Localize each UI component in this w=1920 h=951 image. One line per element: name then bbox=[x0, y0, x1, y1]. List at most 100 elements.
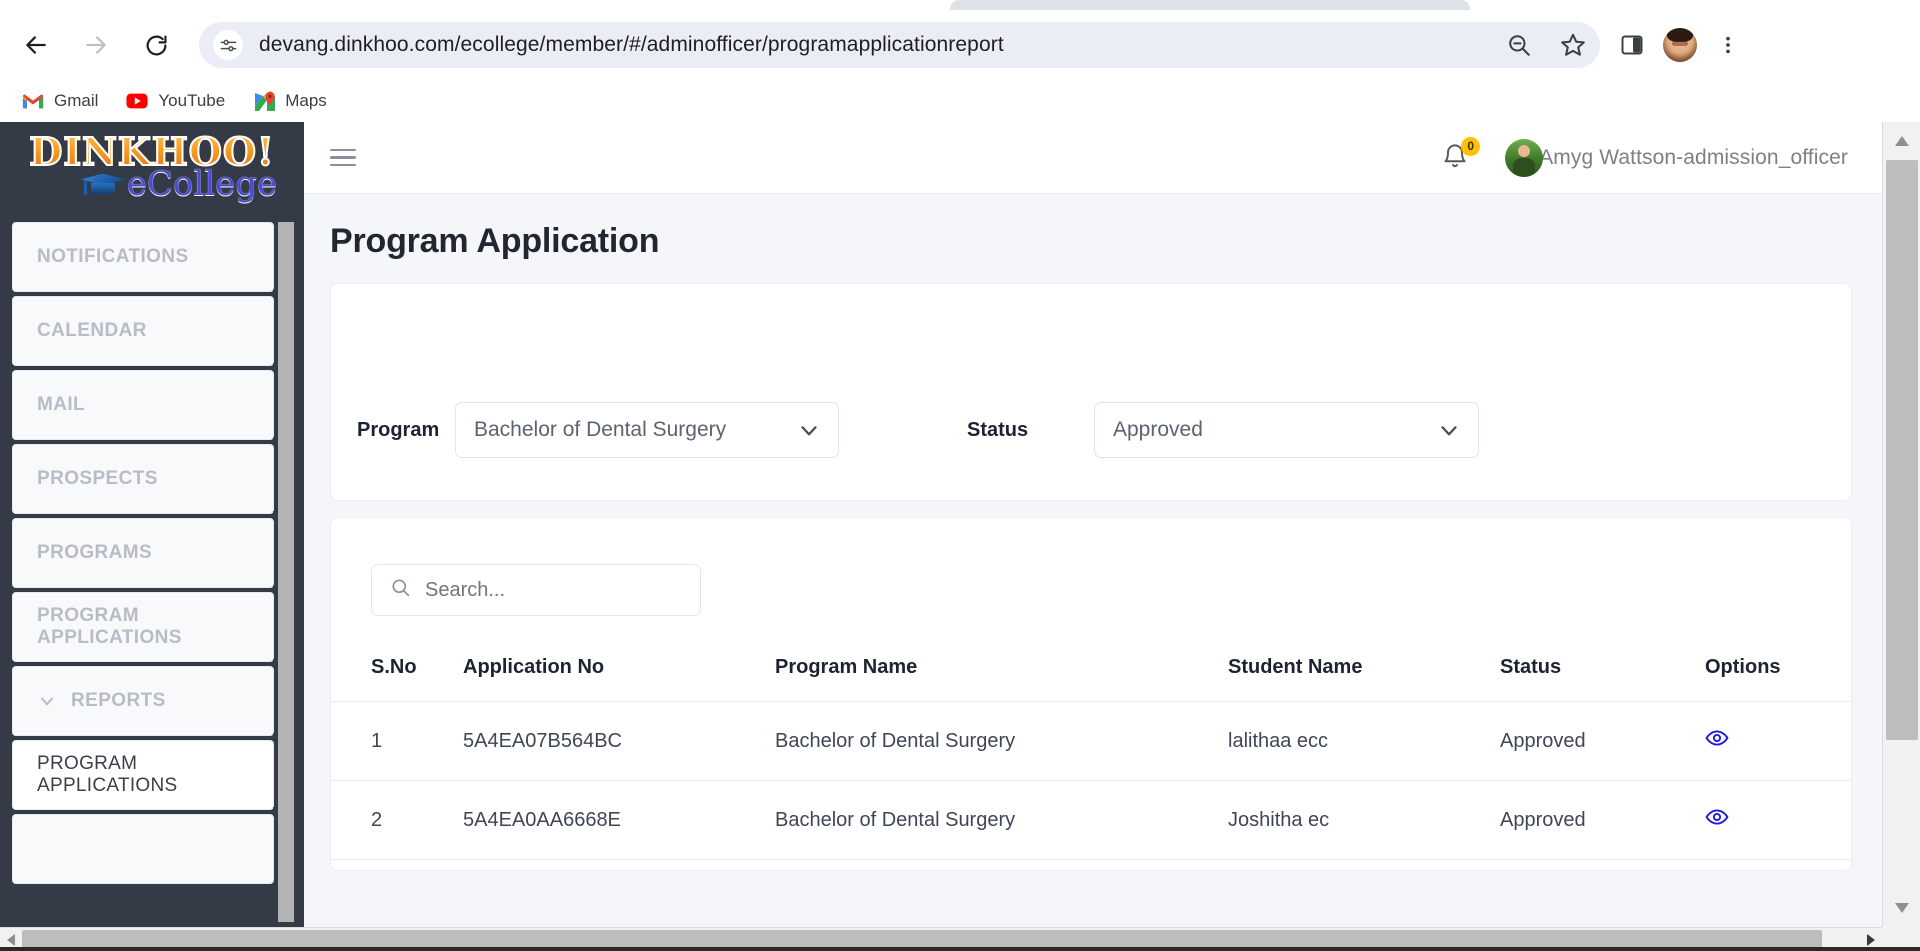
chrome-right-actions bbox=[1608, 22, 1752, 68]
brand-logo[interactable]: DINKHOO! eCollege bbox=[0, 122, 304, 218]
eye-view-icon[interactable] bbox=[1705, 809, 1729, 834]
sidebar-item-notifications[interactable]: NOTIFICATIONS bbox=[12, 222, 291, 295]
app-content: 0 Amyg Wattson-admission_officer Program… bbox=[304, 122, 1882, 927]
sidebar-item-label: NOTIFICATIONS bbox=[37, 246, 189, 267]
scroll-down-arrow-icon[interactable] bbox=[1883, 889, 1920, 927]
column-header-student-name[interactable]: Student Name bbox=[1228, 642, 1500, 702]
status-filter-label: Status bbox=[967, 418, 1029, 441]
sidebar-item-calendar[interactable]: CALENDAR bbox=[12, 296, 291, 369]
avatar bbox=[1663, 28, 1697, 62]
sidebar-item-label: MAIL bbox=[37, 394, 86, 415]
page-viewport: DINKHOO! eCollege NOTIFICATIONS CALENDAR… bbox=[0, 122, 1920, 951]
sidebar-item-mail[interactable]: MAIL bbox=[12, 370, 291, 443]
search-input[interactable] bbox=[425, 578, 655, 602]
forward-arrow-icon[interactable] bbox=[73, 22, 119, 68]
omnibox-actions bbox=[1492, 22, 1600, 68]
cell-application-no: 5A4EA0AA6668E bbox=[463, 780, 775, 860]
sidebar-item-label: REPORTS bbox=[71, 690, 166, 711]
sidebar-item-programs[interactable]: PROGRAMS bbox=[12, 518, 291, 591]
program-select[interactable]: Bachelor of Dental Surgery bbox=[455, 402, 839, 458]
sidebar-subitem-program-applications[interactable]: PROGRAM APPLICATIONS bbox=[12, 740, 291, 813]
bell-icon[interactable]: 0 bbox=[1441, 136, 1481, 174]
applications-panel: S.No Application No Program Name Student… bbox=[330, 517, 1852, 871]
chevron-down-icon bbox=[1436, 417, 1462, 443]
bookmark-label: Gmail bbox=[54, 91, 99, 110]
bookmark-maps[interactable]: Maps bbox=[253, 90, 327, 112]
user-avatar bbox=[1505, 138, 1544, 177]
side-panel-icon[interactable] bbox=[1608, 22, 1656, 68]
brand-sub: eCollege bbox=[80, 167, 277, 201]
site-settings-icon[interactable] bbox=[213, 30, 243, 60]
address-bar[interactable]: devang.dinkhoo.com/ecollege/member/#/adm… bbox=[199, 22, 1600, 68]
bookmark-label: Maps bbox=[285, 91, 327, 110]
filter-row: Program Bachelor of Dental Surgery Statu… bbox=[331, 402, 1851, 458]
back-arrow-icon[interactable] bbox=[13, 22, 59, 68]
vertical-scrollbar[interactable] bbox=[1882, 122, 1920, 927]
header-right: 0 Amyg Wattson-admission_officer bbox=[1441, 136, 1848, 177]
zoom-out-icon[interactable] bbox=[1492, 22, 1546, 68]
cell-program-name: Bachelor of Dental Surgery bbox=[775, 701, 1228, 781]
sidebar-item-reports[interactable]: REPORTS bbox=[12, 666, 291, 739]
sidebar-item-label: PROGRAMS bbox=[37, 542, 153, 563]
reload-icon[interactable] bbox=[133, 22, 179, 68]
sidebar-item-label: PROSPECTS bbox=[37, 468, 158, 489]
bookmark-label: YouTube bbox=[158, 91, 226, 110]
sidebar-item-label: CALENDAR bbox=[37, 320, 147, 341]
eye-view-icon[interactable] bbox=[1705, 730, 1729, 755]
column-header-sno[interactable]: S.No bbox=[331, 642, 463, 702]
program-select-value: Bachelor of Dental Surgery bbox=[474, 418, 727, 441]
notification-count-badge: 0 bbox=[1461, 136, 1481, 156]
sidebar: DINKHOO! eCollege NOTIFICATIONS CALENDAR… bbox=[0, 122, 304, 927]
url-text: devang.dinkhoo.com/ecollege/member/#/adm… bbox=[259, 33, 1004, 56]
user-profile[interactable]: Amyg Wattson-admission_officer bbox=[1505, 138, 1848, 177]
cell-student-name: lalithaa ecc bbox=[1228, 701, 1500, 781]
column-header-status[interactable]: Status bbox=[1500, 642, 1705, 702]
bookmarks-bar: Gmail YouTube Maps bbox=[0, 80, 1920, 122]
filter-panel: Program Bachelor of Dental Surgery Statu… bbox=[330, 283, 1852, 501]
cell-program-name: Bachelor of Dental Surgery bbox=[775, 780, 1228, 860]
sidebar-scrollbar-thumb[interactable] bbox=[278, 222, 294, 922]
hamburger-menu-icon[interactable] bbox=[330, 148, 356, 167]
browser-chrome: devang.dinkhoo.com/ecollege/member/#/adm… bbox=[0, 0, 1920, 122]
bookmark-gmail[interactable]: Gmail bbox=[22, 90, 98, 112]
browser-tab[interactable] bbox=[950, 0, 1470, 10]
search-area bbox=[331, 518, 1851, 642]
cell-sno: 1 bbox=[331, 701, 463, 781]
program-filter-label: Program bbox=[357, 418, 440, 441]
search-icon bbox=[390, 577, 411, 603]
sidebar-subitem-label: PROGRAM APPLICATIONS bbox=[37, 753, 178, 796]
cell-application-no: 5A4EA07B564BC bbox=[463, 701, 775, 781]
cell-sno: 2 bbox=[331, 780, 463, 860]
status-select-value: Approved bbox=[1113, 418, 1203, 441]
scroll-up-arrow-icon[interactable] bbox=[1883, 122, 1920, 160]
table-body: 1 5A4EA07B564BC Bachelor of Dental Surge… bbox=[331, 701, 1851, 860]
status-select[interactable]: Approved bbox=[1094, 402, 1479, 458]
table-row[interactable]: 1 5A4EA07B564BC Bachelor of Dental Surge… bbox=[331, 701, 1851, 781]
youtube-icon bbox=[126, 90, 148, 112]
cell-options bbox=[1705, 780, 1851, 860]
tab-strip bbox=[0, 0, 1920, 10]
vertical-scrollbar-thumb[interactable] bbox=[1886, 160, 1918, 740]
sidebar-item-prospects[interactable]: PROSPECTS bbox=[12, 444, 291, 517]
cell-student-name: Joshitha ec bbox=[1228, 780, 1500, 860]
page-title: Program Application bbox=[330, 222, 660, 260]
table-head: S.No Application No Program Name Student… bbox=[331, 642, 1851, 702]
three-dot-menu-icon[interactable] bbox=[1704, 22, 1752, 68]
star-icon[interactable] bbox=[1546, 22, 1600, 68]
table-header-row: S.No Application No Program Name Student… bbox=[331, 642, 1851, 702]
chevron-down-icon bbox=[37, 691, 57, 711]
search-box[interactable] bbox=[371, 564, 701, 616]
chevron-down-icon bbox=[796, 417, 822, 443]
bookmark-youtube[interactable]: YouTube bbox=[126, 90, 225, 112]
sidebar-menu: NOTIFICATIONS CALENDAR MAIL PROSPECTS PR… bbox=[0, 218, 304, 927]
browser-toolbar: devang.dinkhoo.com/ecollege/member/#/adm… bbox=[0, 10, 1920, 80]
table-row[interactable]: 2 5A4EA0AA6668E Bachelor of Dental Surge… bbox=[331, 780, 1851, 860]
sidebar-item-partial[interactable] bbox=[12, 814, 274, 884]
gmail-icon bbox=[22, 90, 44, 112]
app-header: 0 Amyg Wattson-admission_officer bbox=[304, 122, 1882, 194]
profile-avatar-icon[interactable] bbox=[1656, 22, 1704, 68]
graduation-cap-icon bbox=[80, 172, 125, 196]
column-header-application-no[interactable]: Application No bbox=[463, 642, 775, 702]
sidebar-item-program-applications[interactable]: PROGRAM APPLICATIONS bbox=[12, 592, 291, 665]
column-header-program-name[interactable]: Program Name bbox=[775, 642, 1228, 702]
